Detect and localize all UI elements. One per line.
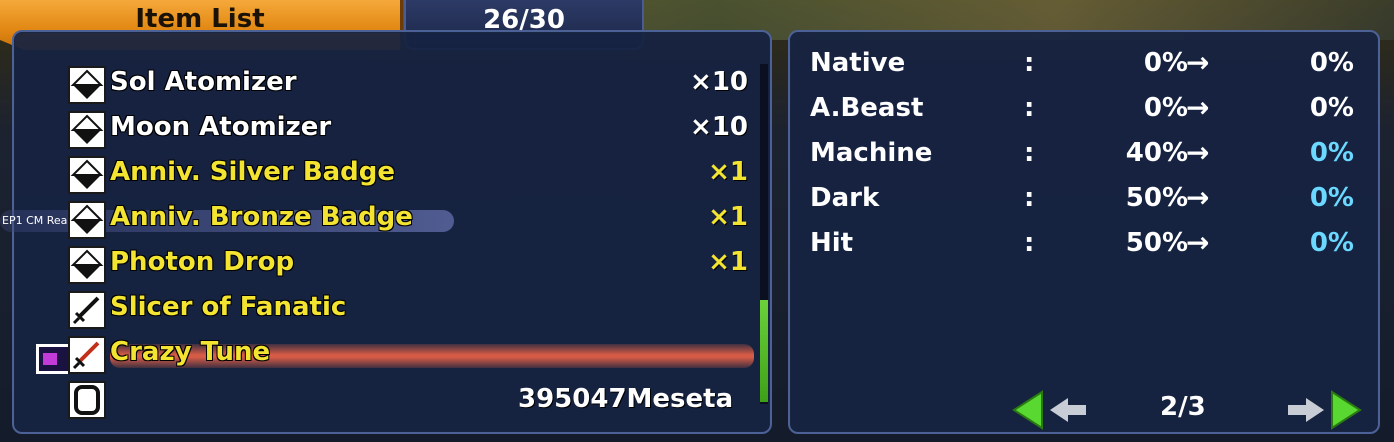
item-quantity: ×1 [708, 202, 748, 232]
right-arrow-icon: → [1186, 91, 1210, 124]
stat-after-value: 0% [1309, 183, 1354, 213]
stat-colon: : [1024, 138, 1035, 168]
meseta-amount: 395047Meseta [518, 384, 734, 414]
stat-label: Native [810, 48, 906, 78]
right-arrow-icon: → [1186, 136, 1210, 169]
stat-before-value: 40% [1125, 138, 1188, 168]
stat-label: A.Beast [810, 93, 924, 123]
item-name: Sol Atomizer [110, 67, 297, 97]
item-name: Anniv. Bronze Badge [110, 202, 413, 232]
stat-row-hit: Hit : 50% → 0% [810, 226, 1370, 268]
stat-label: Machine [810, 138, 933, 168]
stat-after-value: 0% [1309, 93, 1354, 123]
tool-icon [68, 111, 106, 149]
stat-row-dark: Dark : 50% → 0% [810, 181, 1370, 223]
list-item[interactable]: Sol Atomizer ×10 [68, 64, 748, 106]
stat-before-value: 50% [1125, 228, 1188, 258]
item-name: Slicer of Fanatic [110, 292, 347, 322]
item-name: Photon Drop [110, 247, 295, 277]
right-arrow-icon: → [1186, 46, 1210, 79]
item-quantity: ×10 [690, 67, 748, 97]
next-page-button[interactable] [1284, 390, 1364, 430]
item-quantity: ×10 [690, 112, 748, 142]
stat-before-value: 50% [1125, 183, 1188, 213]
tool-icon [68, 156, 106, 194]
list-item-selected[interactable]: Crazy Tune [68, 334, 748, 376]
list-item[interactable]: Anniv. Silver Badge ×1 [68, 154, 748, 196]
list-item[interactable]: Slicer of Fanatic [68, 289, 748, 331]
left-arrow-icon [1012, 390, 1086, 430]
stat-before-value: 0% [1143, 93, 1188, 123]
list-item[interactable]: Moon Atomizer ×10 [68, 109, 748, 151]
stat-row-native: Native : 0% → 0% [810, 46, 1370, 88]
item-quantity: ×1 [708, 247, 748, 277]
sword-icon [68, 336, 106, 374]
prev-page-button[interactable] [1010, 390, 1090, 430]
stat-after-value: 0% [1309, 48, 1354, 78]
tool-icon [68, 66, 106, 104]
sword-icon [68, 291, 106, 329]
stat-colon: : [1024, 228, 1035, 258]
stat-label: Hit [810, 228, 854, 258]
item-name: Anniv. Silver Badge [110, 157, 396, 187]
stat-row-a-beast: A.Beast : 0% → 0% [810, 91, 1370, 133]
tool-icon [68, 201, 106, 239]
item-name: Moon Atomizer [110, 112, 332, 142]
list-item[interactable]: Photon Drop ×1 [68, 244, 748, 286]
stat-before-value: 0% [1143, 48, 1188, 78]
selection-cursor-icon [36, 344, 72, 374]
stat-row-machine: Machine : 40% → 0% [810, 136, 1370, 178]
stat-colon: : [1024, 48, 1035, 78]
meseta-icon [68, 381, 106, 419]
scrollbar-thumb[interactable] [760, 300, 768, 402]
stat-colon: : [1024, 93, 1035, 123]
right-arrow-icon: → [1186, 181, 1210, 214]
stat-after-value: 0% [1309, 138, 1354, 168]
page-indicator: 2/3 [1160, 392, 1206, 422]
tool-icon [68, 246, 106, 284]
right-arrow-icon: → [1186, 226, 1210, 259]
stat-label: Dark [810, 183, 880, 213]
item-quantity: ×1 [708, 157, 748, 187]
stat-colon: : [1024, 183, 1035, 213]
item-name: Crazy Tune [110, 337, 271, 367]
list-item[interactable]: Anniv. Bronze Badge ×1 [68, 199, 748, 241]
right-arrow-icon [1288, 390, 1362, 430]
stat-after-value: 0% [1309, 228, 1354, 258]
